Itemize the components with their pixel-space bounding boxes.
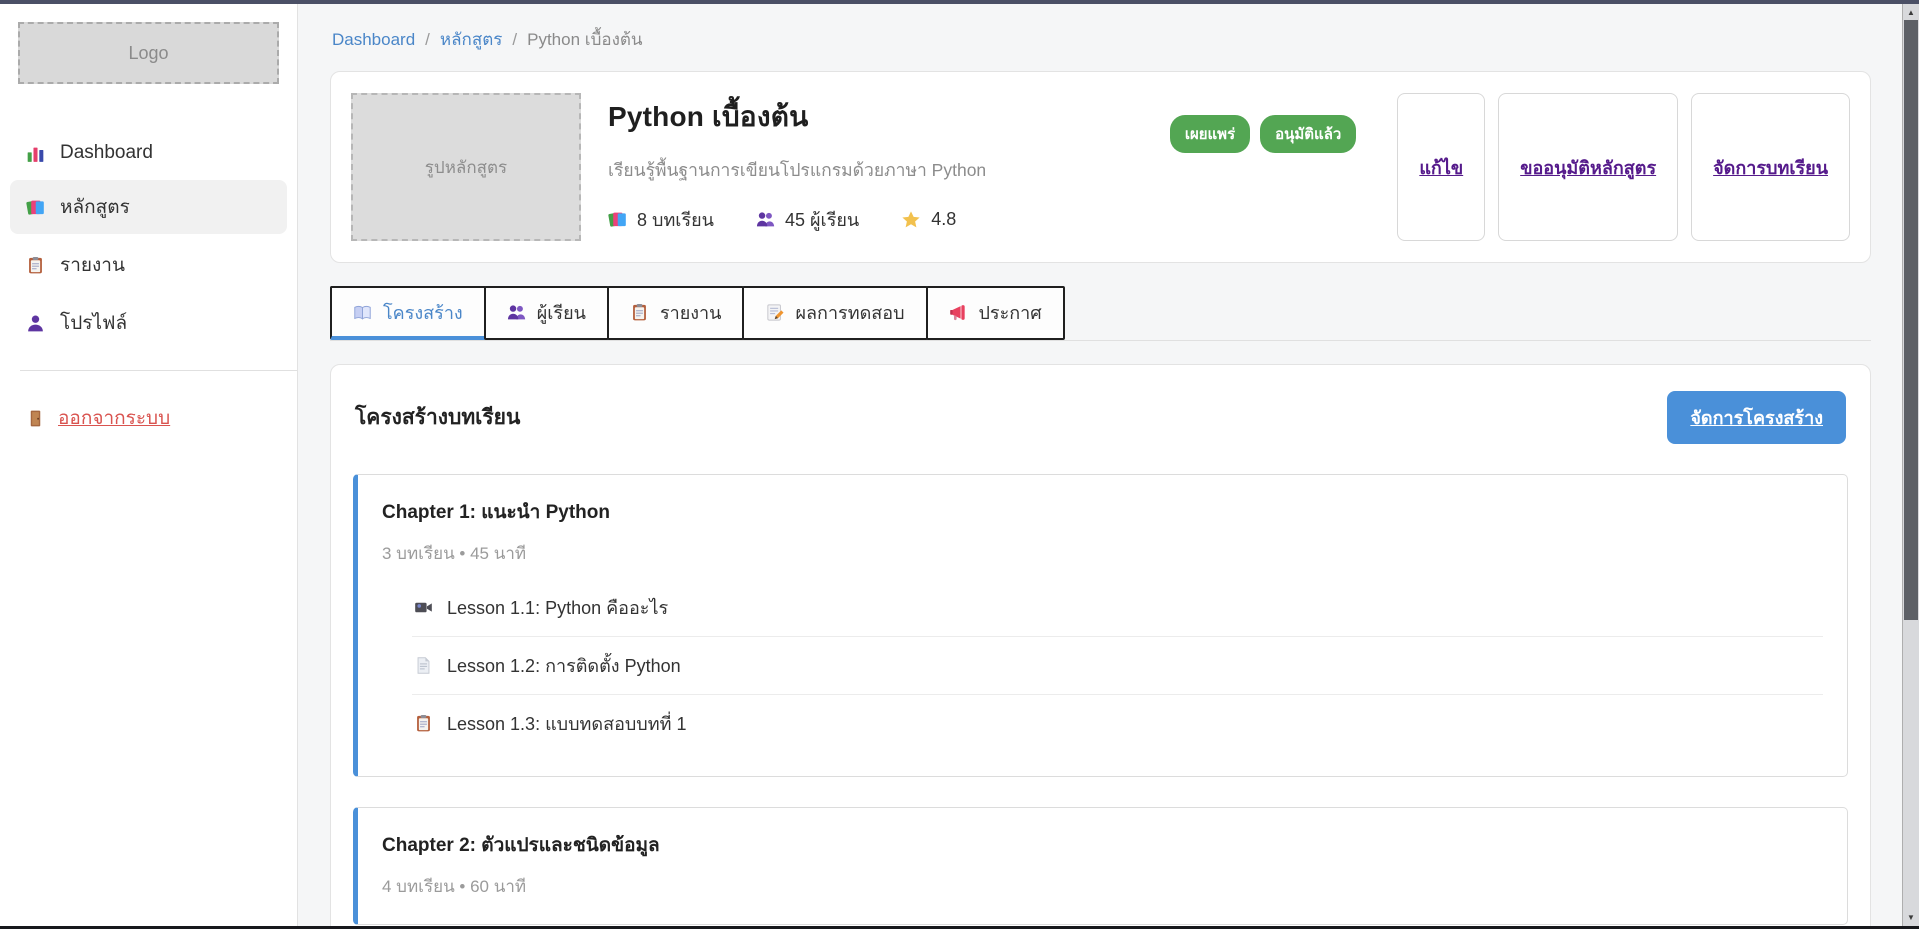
clipboard-icon xyxy=(630,303,649,322)
books-icon xyxy=(608,210,627,229)
lesson-row[interactable]: Lesson 1.3: แบบทดสอบบทที่ 1 xyxy=(412,695,1823,752)
course-stat-label: 4.8 xyxy=(931,209,956,230)
course-stats: 8 บทเรียน 45 ผู้เรียน 4.8 xyxy=(608,205,1143,234)
sidebar-item-courses[interactable]: หลักสูตร xyxy=(10,180,287,234)
course-tabs: โครงสร้าง ผู้เรียน รายงาน ผลการทดสอบ ประกาศ xyxy=(330,286,1871,341)
action-request-approval-button[interactable]: ขออนุมัติหลักสูตร xyxy=(1498,93,1678,241)
breadcrumb-link[interactable]: หลักสูตร xyxy=(440,26,502,53)
tab-students[interactable]: ผู้เรียน xyxy=(484,286,609,340)
structure-header: โครงสร้างบทเรียน จัดการโครงสร้าง xyxy=(353,391,1848,444)
action-manage-lessons-button[interactable]: จัดการบทเรียน xyxy=(1691,93,1850,241)
course-stat-label: 8 บทเรียน xyxy=(637,205,714,234)
lesson-title: Lesson 1.1: Python คืออะไร xyxy=(447,593,668,622)
tab-label: รายงาน xyxy=(660,298,722,327)
course-title: Python เบื้องต้น xyxy=(608,95,1143,139)
sidebar-item-profile[interactable]: โปรไฟล์ xyxy=(10,296,287,350)
tab-structure[interactable]: โครงสร้าง xyxy=(330,286,486,340)
course-stat: 45 ผู้เรียน xyxy=(756,205,859,234)
scrollbar-thumb[interactable] xyxy=(1904,20,1918,620)
lesson-title: Lesson 1.3: แบบทดสอบบทที่ 1 xyxy=(447,709,686,738)
open-book-icon xyxy=(353,303,372,322)
action-edit-button[interactable]: แก้ไข xyxy=(1397,93,1485,241)
course-actions: แก้ไข ขออนุมัติหลักสูตร จัดการบทเรียน xyxy=(1397,93,1850,241)
chapter-card: Chapter 1: แนะนำ Python 3 บทเรียน • 45 นา… xyxy=(353,474,1848,777)
document-icon xyxy=(414,656,433,675)
lesson-list: Lesson 1.1: Python คืออะไร Lesson 1.2: กา… xyxy=(412,579,1823,752)
scrollbar-up-arrow-icon[interactable]: ▲ xyxy=(1903,4,1919,20)
structure-panel: โครงสร้างบทเรียน จัดการโครงสร้าง Chapter… xyxy=(330,364,1871,929)
sidebar-divider xyxy=(20,370,297,371)
tab-announcements[interactable]: ประกาศ xyxy=(926,286,1065,340)
logout-label: ออกจากระบบ xyxy=(58,403,170,433)
course-image-label: รูปหลักสูตร xyxy=(425,154,507,181)
tab-reports[interactable]: รายงาน xyxy=(607,286,745,340)
status-badge: เผยแพร่ xyxy=(1170,115,1250,153)
lesson-row[interactable]: Lesson 1.1: Python คืออะไร xyxy=(412,579,1823,637)
memo-pencil-icon xyxy=(765,303,784,322)
lesson-title: Lesson 1.2: การติดตั้ง Python xyxy=(447,651,681,680)
course-badges: เผยแพร่ อนุมัติแล้ว xyxy=(1170,115,1357,153)
logo-placeholder: Logo xyxy=(18,22,279,84)
video-icon xyxy=(414,598,433,617)
chapter-card: Chapter 2: ตัวแปรและชนิดข้อมูล 4 บทเรียน … xyxy=(353,807,1848,925)
tab-label: ผู้เรียน xyxy=(537,298,586,327)
sidebar: Logo Dashboard หลักสูตรรายงานโปรไฟล์ ออกจ… xyxy=(0,0,298,929)
course-header-card: รูปหลักสูตร Python เบื้องต้น เรียนรู้พื้… xyxy=(330,71,1871,263)
people-icon xyxy=(756,210,775,229)
breadcrumb-current: Python เบื้องต้น xyxy=(527,26,642,53)
manage-structure-button[interactable]: จัดการโครงสร้าง xyxy=(1667,391,1846,444)
tab-label: ประกาศ xyxy=(979,298,1042,327)
app-root: Logo Dashboardหลักสูตรรายงานโปรไฟล์ ออกจ… xyxy=(0,0,1902,929)
books-icon xyxy=(26,198,45,217)
course-stat-label: 45 ผู้เรียน xyxy=(785,205,859,234)
logo-text: Logo xyxy=(128,43,168,64)
breadcrumb: Dashboard / หลักสูตร / Python เบื้องต้น xyxy=(332,26,1871,53)
tab-label: ผลการทดสอบ xyxy=(795,298,904,327)
chapter-list: Chapter 1: แนะนำ Python 3 บทเรียน • 45 นา… xyxy=(353,474,1848,925)
breadcrumb-link[interactable]: Dashboard xyxy=(332,30,415,50)
sidebar-item-label: Dashboard xyxy=(60,142,153,164)
door-icon xyxy=(26,409,45,428)
sidebar-item-reports[interactable]: รายงาน xyxy=(10,238,287,292)
person-icon xyxy=(26,314,45,333)
action-link-label: ขออนุมัติหลักสูตร xyxy=(1520,153,1656,182)
chapter-title: Chapter 2: ตัวแปรและชนิดข้อมูล xyxy=(382,830,1823,860)
breadcrumb-separator: / xyxy=(512,30,517,50)
tab-label: โครงสร้าง xyxy=(383,298,463,327)
clipboard-icon xyxy=(26,256,45,275)
sidebar-nav: Dashboard หลักสูตรรายงานโปรไฟล์ xyxy=(0,130,297,350)
status-badge: อนุมัติแล้ว xyxy=(1260,115,1356,153)
bar-chart-icon xyxy=(26,144,45,163)
scrollbar-down-arrow-icon[interactable]: ▼ xyxy=(1903,909,1919,925)
chapter-meta: 3 บทเรียน • 45 นาที xyxy=(382,540,1823,567)
chapter-meta: 4 บทเรียน • 60 นาที xyxy=(382,873,1823,900)
lesson-row[interactable]: Lesson 1.2: การติดตั้ง Python xyxy=(412,637,1823,695)
breadcrumb-separator: / xyxy=(425,30,430,50)
structure-heading: โครงสร้างบทเรียน xyxy=(355,401,520,434)
sidebar-item-label: รายงาน xyxy=(60,250,125,280)
course-info: Python เบื้องต้น เรียนรู้พื้นฐานการเขียน… xyxy=(608,93,1143,241)
sidebar-item-label: โปรไฟล์ xyxy=(60,308,127,338)
megaphone-icon xyxy=(949,303,968,322)
course-description: เรียนรู้พื้นฐานการเขียนโปรแกรมด้วยภาษา P… xyxy=(608,156,1143,184)
tab-test-results[interactable]: ผลการทดสอบ xyxy=(742,286,927,340)
logout-link[interactable]: ออกจากระบบ xyxy=(16,397,281,439)
clipboard-icon xyxy=(414,714,433,733)
course-stat: 8 บทเรียน xyxy=(608,205,714,234)
main-content: Dashboard / หลักสูตร / Python เบื้องต้น รูปห… xyxy=(298,0,1902,929)
vertical-scrollbar[interactable]: ▲ ▼ xyxy=(1902,0,1919,929)
action-link-label: แก้ไข xyxy=(1419,153,1463,182)
sidebar-item-label: หลักสูตร xyxy=(60,192,130,222)
star-icon xyxy=(901,210,921,230)
chapter-title: Chapter 1: แนะนำ Python xyxy=(382,497,1823,527)
sidebar-item-dashboard[interactable]: Dashboard xyxy=(10,130,287,176)
course-image-placeholder: รูปหลักสูตร xyxy=(351,93,581,241)
people-icon xyxy=(507,303,526,322)
course-stat: 4.8 xyxy=(901,209,956,230)
action-link-label: จัดการบทเรียน xyxy=(1713,153,1828,182)
window-top-edge xyxy=(0,0,1919,4)
logout-wrap: ออกจากระบบ xyxy=(0,397,297,439)
